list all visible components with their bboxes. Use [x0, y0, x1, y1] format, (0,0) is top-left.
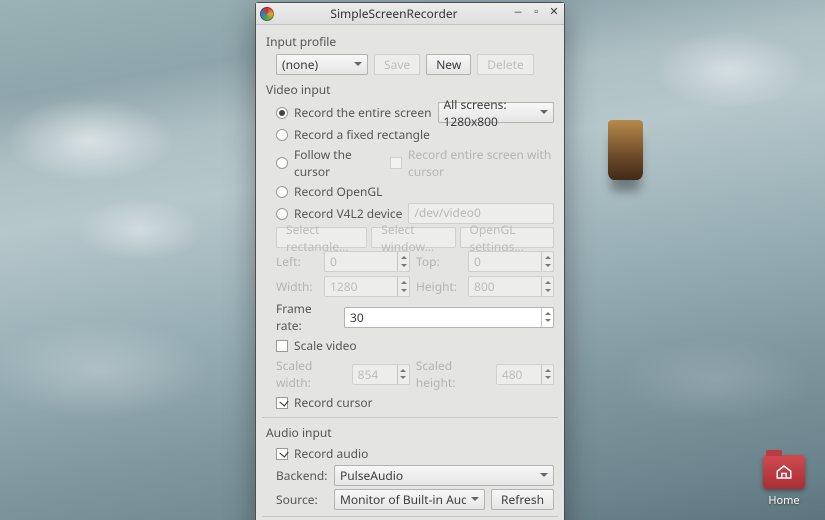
profile-delete-button: Delete: [477, 54, 534, 75]
check-record-cursor[interactable]: [276, 397, 288, 409]
desktop-background: Home SimpleScreenRecorder — ▫ ✕ Input pr…: [0, 0, 825, 520]
wallpaper-object: [608, 120, 643, 180]
close-button[interactable]: ✕: [548, 8, 560, 20]
chevron-down-icon: [540, 110, 548, 118]
width-label: Width:: [276, 278, 318, 295]
left-label: Left:: [276, 253, 318, 270]
check-record-audio-label[interactable]: Record audio: [294, 445, 368, 462]
frame-rate-label: Frame rate:: [276, 300, 338, 334]
audio-input-label: Audio input: [266, 424, 554, 441]
height-input: 800: [468, 276, 554, 297]
check-entire-screen-with-cursor: [390, 157, 402, 169]
screen-select-value: All screens: 1280x800: [444, 96, 536, 130]
scaled-width-input: 854: [352, 364, 410, 385]
profile-select-value: (none): [282, 56, 318, 73]
app-icon: [260, 7, 274, 21]
frame-rate-input[interactable]: 30: [344, 307, 554, 328]
height-label: Height:: [416, 278, 462, 295]
scaled-width-label: Scaled width:: [276, 357, 346, 391]
opengl-settings-button: OpenGL settings...: [460, 227, 554, 248]
check-entire-screen-with-cursor-label: Record entire screen with cursor: [408, 146, 554, 180]
radio-entire-screen-label[interactable]: Record the entire screen: [294, 104, 432, 121]
input-profile-label: Input profile: [266, 33, 554, 50]
radio-fixed-rect-label[interactable]: Record a fixed rectangle: [294, 126, 430, 143]
check-record-audio[interactable]: [276, 448, 288, 460]
window-title: SimpleScreenRecorder: [280, 5, 508, 22]
source-select-value: Monitor of Built-in Audio Analog Ste: [340, 491, 466, 508]
screen-select[interactable]: All screens: 1280x800: [438, 102, 555, 123]
check-scale-video[interactable]: [276, 340, 288, 352]
radio-v4l2[interactable]: [276, 208, 288, 220]
profile-new-button[interactable]: New: [426, 54, 471, 75]
source-label: Source:: [276, 491, 328, 508]
width-input: 1280: [324, 276, 410, 297]
profile-select[interactable]: (none): [276, 54, 368, 75]
top-label: Top:: [416, 253, 462, 270]
chevron-down-icon: [471, 497, 479, 505]
check-record-cursor-label[interactable]: Record cursor: [294, 394, 373, 411]
top-input: 0: [468, 251, 554, 272]
scaled-height-label: Scaled height:: [416, 357, 490, 391]
profile-save-button: Save: [374, 54, 420, 75]
left-input: 0: [324, 251, 410, 272]
maximize-button[interactable]: ▫: [530, 8, 542, 20]
home-folder-icon: [763, 455, 805, 489]
separator: [262, 417, 558, 418]
chevron-down-icon: [540, 473, 548, 481]
app-window: SimpleScreenRecorder — ▫ ✕ Input profile…: [255, 2, 565, 520]
source-select[interactable]: Monitor of Built-in Audio Analog Ste: [334, 489, 485, 510]
check-scale-video-label[interactable]: Scale video: [294, 337, 357, 354]
minimize-button[interactable]: —: [512, 8, 524, 20]
select-window-button: Select window...: [371, 227, 455, 248]
radio-opengl[interactable]: [276, 186, 288, 198]
radio-entire-screen[interactable]: [276, 107, 288, 119]
backend-select-value: PulseAudio: [340, 467, 403, 484]
radio-v4l2-label[interactable]: Record V4L2 device: [294, 205, 402, 222]
radio-follow-cursor-label[interactable]: Follow the cursor: [294, 146, 372, 180]
radio-fixed-rect[interactable]: [276, 129, 288, 141]
titlebar[interactable]: SimpleScreenRecorder — ▫ ✕: [256, 3, 564, 25]
radio-opengl-label[interactable]: Record OpenGL: [294, 183, 382, 200]
separator: [262, 516, 558, 517]
desktop-home-label: Home: [768, 493, 799, 508]
desktop-home-icon[interactable]: Home: [761, 455, 807, 508]
scaled-height-input: 480: [496, 364, 554, 385]
backend-label: Backend:: [276, 467, 328, 484]
chevron-down-icon: [354, 62, 362, 70]
backend-select[interactable]: PulseAudio: [334, 465, 554, 486]
radio-follow-cursor[interactable]: [276, 157, 288, 169]
select-rectangle-button: Select rectangle...: [276, 227, 367, 248]
refresh-button[interactable]: Refresh: [491, 489, 554, 510]
